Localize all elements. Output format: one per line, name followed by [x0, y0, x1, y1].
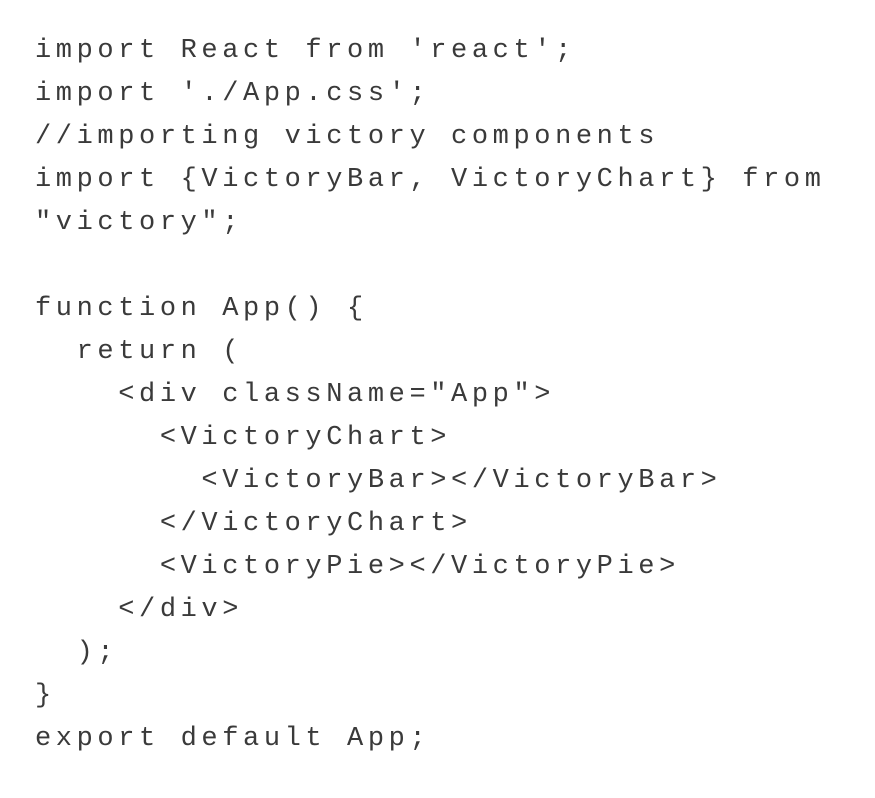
code-line-div-close: </div>: [35, 595, 244, 625]
code-line-div-open: <div className="App">: [35, 380, 556, 410]
code-line-comment: //importing victory components: [35, 122, 660, 152]
code-line-function-decl: function App() {: [35, 294, 368, 324]
code-line-export: export default App;: [35, 724, 431, 754]
code-line-import-react: import React from 'react';: [35, 36, 576, 66]
code-line-victorybar: <VictoryBar></VictoryBar>: [35, 466, 722, 496]
code-line-import-css: import './App.css';: [35, 79, 431, 109]
code-line-victorychart-open: <VictoryChart>: [35, 423, 452, 453]
code-listing: import React from 'react'; import './App.…: [35, 30, 826, 761]
code-line-victorychart-close: </VictoryChart>: [35, 509, 472, 539]
code-line-import-victory: import {VictoryBar, VictoryChart} from: [35, 165, 826, 195]
code-line-victorypie: <VictoryPie></VictoryPie>: [35, 552, 680, 582]
code-line-return-close: );: [35, 638, 119, 668]
code-line-function-close: }: [35, 681, 56, 711]
code-line-import-victory-source: "victory";: [35, 208, 244, 238]
code-line-return: return (: [35, 337, 244, 367]
